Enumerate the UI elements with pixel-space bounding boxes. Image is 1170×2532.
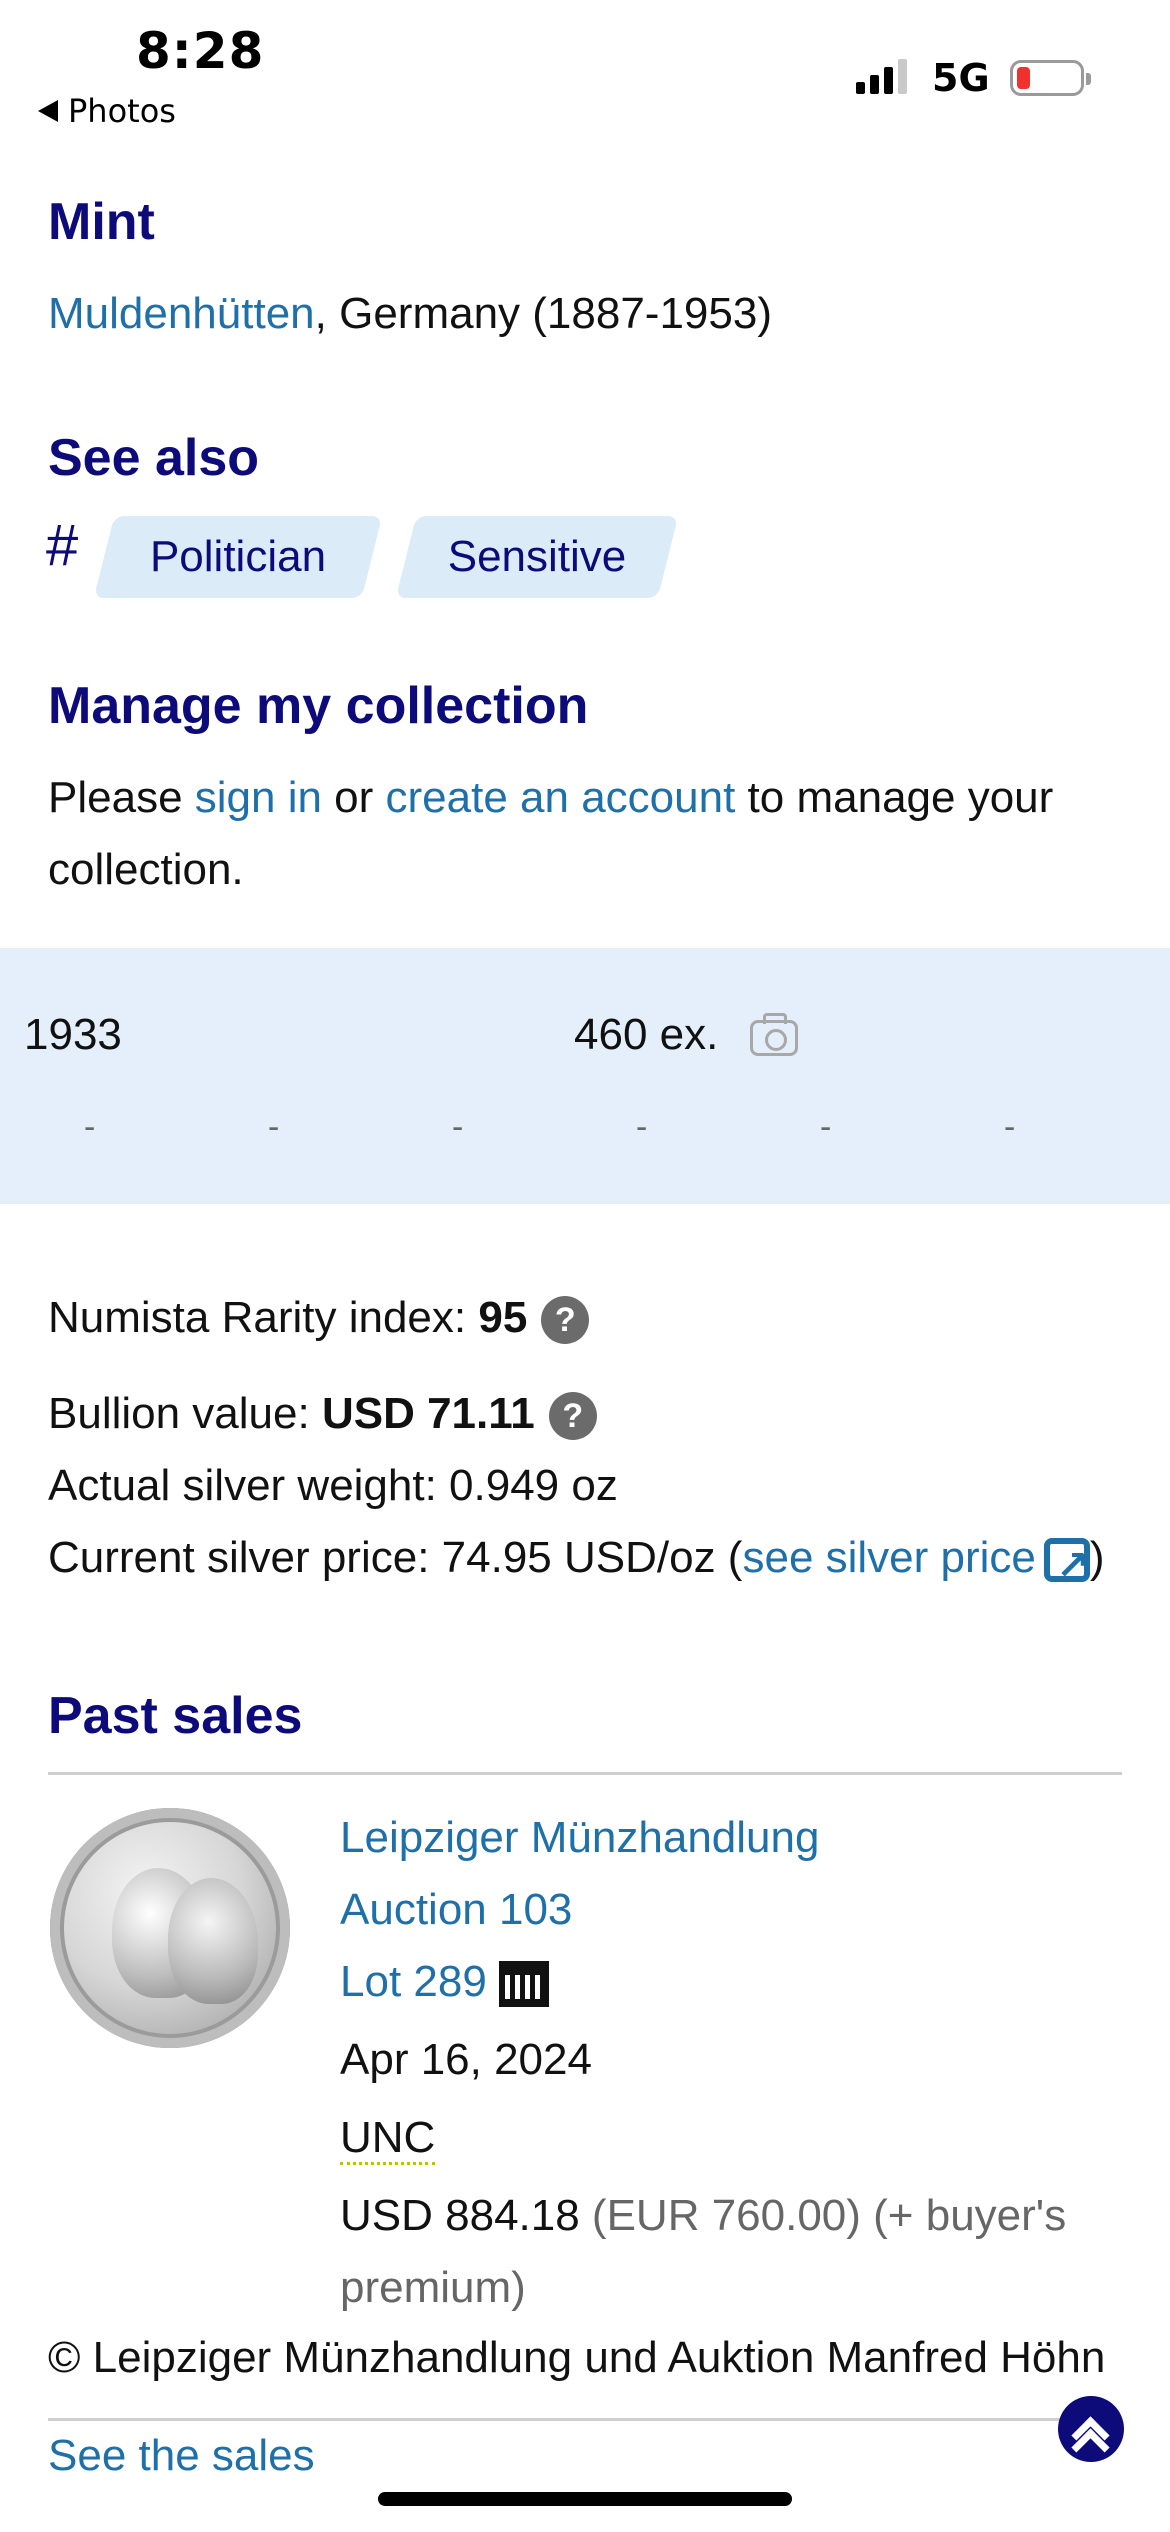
- sale-auction-link[interactable]: Auction 103: [340, 1874, 572, 1946]
- create-account-link[interactable]: create an account: [386, 773, 736, 822]
- back-to-photos-button[interactable]: Photos: [38, 92, 176, 130]
- see-also-heading: See also: [48, 429, 260, 487]
- bullion-amount: USD 71.11: [321, 1389, 535, 1438]
- coin-image[interactable]: [50, 1808, 290, 2048]
- mint-info: Muldenhütten, Germany (1887-1953): [48, 278, 772, 350]
- status-time: 8:28: [136, 22, 265, 80]
- sale-lot-link[interactable]: Lot 289: [340, 1957, 487, 2006]
- manage-collection-text: Please sign in or create an account to m…: [48, 773, 1054, 894]
- sale-price-eur: (EUR 760.00) (+ buyer's: [579, 2191, 1067, 2240]
- silver-weight: Actual silver weight: 0.949 oz: [48, 1461, 618, 1510]
- back-arrow-icon: [38, 100, 58, 122]
- rarity-index: Numista Rarity index: 95?: [48, 1282, 590, 1354]
- mintage-year: 1933: [24, 1010, 122, 1059]
- back-label: Photos: [68, 92, 176, 130]
- grade-value-dash: -: [452, 1108, 464, 1146]
- bullion-value: Bullion value: USD 71.11?: [48, 1378, 597, 1450]
- silver-price: Current silver price: 74.95 USD/oz (see …: [48, 1522, 1105, 1602]
- rarity-value: 95: [478, 1293, 528, 1342]
- sale-price-usd: USD 884.18: [340, 2191, 580, 2240]
- manage-collection-heading: Manage my collection: [48, 677, 589, 735]
- grade-value-dash: -: [1004, 1108, 1016, 1146]
- help-icon[interactable]: ?: [541, 1296, 590, 1345]
- external-link-icon: [1043, 1530, 1090, 1602]
- grade-value-dash: -: [636, 1108, 648, 1146]
- hashtag-icon: #: [46, 513, 79, 578]
- battery-icon: [1010, 60, 1091, 96]
- past-sales-heading: Past sales: [48, 1687, 303, 1745]
- help-icon[interactable]: ?: [548, 1392, 597, 1441]
- tag-politician[interactable]: Politician: [93, 516, 383, 598]
- network-type: 5G: [932, 56, 990, 100]
- mint-place-link[interactable]: Muldenhütten: [48, 289, 315, 338]
- sale-copyright: © Leipziger Münzhandlung und Auktion Man…: [48, 2333, 1106, 2382]
- scroll-to-top-icon[interactable]: [1058, 2396, 1124, 2462]
- sign-in-link[interactable]: sign in: [195, 773, 322, 822]
- sale-lot[interactable]: Lot 289: [340, 1946, 549, 2018]
- sale-price: USD 884.18 (EUR 760.00) (+ buyer's: [340, 2180, 1066, 2252]
- sale-seller-link[interactable]: Leipziger Münzhandlung: [340, 1802, 819, 1874]
- divider: [48, 1772, 1122, 1775]
- cellular-signal-icon: [856, 58, 907, 94]
- mint-place-rest: , Germany (1887-1953): [314, 289, 772, 338]
- mintage-quantity: 460 ex.: [574, 1010, 719, 1059]
- grade-value-dash: -: [84, 1108, 96, 1146]
- tag-sensitive[interactable]: Sensitive: [395, 516, 679, 598]
- mint-heading: Mint: [48, 193, 155, 251]
- grade-value-dash: -: [268, 1108, 280, 1146]
- auction-house-icon: [498, 1961, 549, 2008]
- see-the-sales-link[interactable]: See the sales: [48, 2420, 315, 2492]
- grade-value-dash: -: [820, 1108, 832, 1146]
- home-indicator[interactable]: [378, 2492, 792, 2506]
- sale-date: Apr 16, 2024: [340, 2035, 592, 2084]
- mintage-row: 1933 460 ex. - - - - - -: [0, 948, 1170, 1204]
- camera-icon[interactable]: [750, 1013, 798, 1056]
- sale-grade[interactable]: UNC: [340, 2102, 436, 2174]
- sale-premium: premium): [340, 2263, 526, 2312]
- see-silver-price-link[interactable]: see silver price: [742, 1530, 1090, 1602]
